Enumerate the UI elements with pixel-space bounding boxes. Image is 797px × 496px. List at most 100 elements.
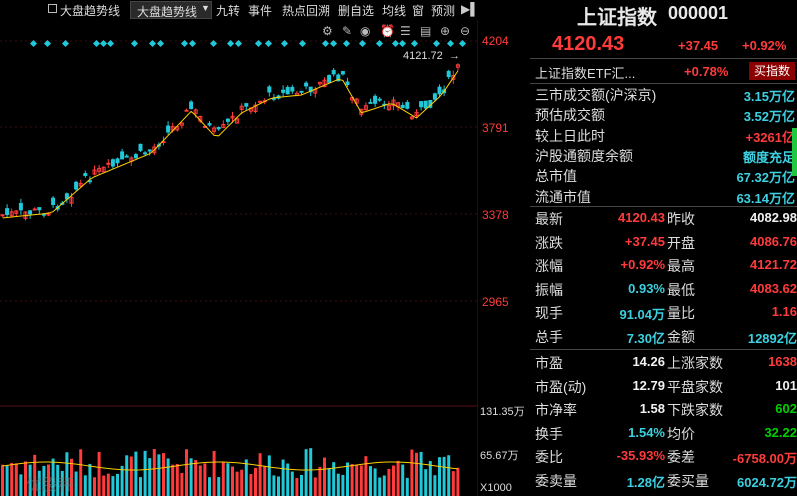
toolbar-hotspot-review[interactable]: 热点回溯 xyxy=(282,2,330,19)
toolbar-window[interactable]: 窗 xyxy=(412,2,424,19)
volume-bar xyxy=(341,474,345,496)
pen-icon[interactable]: ✎ xyxy=(342,24,352,38)
volume-bar xyxy=(125,455,129,496)
volume-bar xyxy=(263,466,267,496)
candle xyxy=(267,86,272,93)
quote-row-label-right: 金额 xyxy=(667,328,695,345)
toolbar-ma[interactable]: 均线 xyxy=(382,2,406,19)
volume-bar xyxy=(323,457,326,496)
stat-row-value-right: 32.22 xyxy=(764,424,797,440)
volume-bar xyxy=(451,471,455,496)
volume-bar xyxy=(346,462,349,496)
etf-row[interactable]: 上证指数ETF汇... +0.78% 买指数 xyxy=(530,61,797,83)
volume-bar xyxy=(171,464,175,496)
quote-row: 总手 7.30亿 金额 12892亿 xyxy=(530,326,797,348)
quote-row-value-left: +37.45 xyxy=(624,233,665,249)
volume-bar xyxy=(281,459,285,496)
buy-index-button[interactable]: 买指数 xyxy=(749,62,795,80)
market-row-value: 67.32万亿 xyxy=(736,170,795,186)
volume-bar xyxy=(244,459,248,496)
volume-bar xyxy=(277,476,280,496)
quote-row-label-left: 现手 xyxy=(535,305,563,321)
candle xyxy=(244,103,249,107)
quote-row: 涨跌 +37.45 开盘 4086.76 xyxy=(530,232,797,254)
quote-row-value-left: +0.92% xyxy=(620,257,665,272)
quote-row-value-left: 4120.43 xyxy=(618,210,665,225)
candle xyxy=(299,90,304,93)
trend-checkbox[interactable] xyxy=(48,4,57,13)
market-row: 较上日此时 +3261亿 xyxy=(530,125,797,147)
etf-name: 上证指数ETF汇... xyxy=(535,66,636,81)
stat-row-value-right: -6758.00万 xyxy=(732,451,797,466)
quote-row-value-right: 4083.62 xyxy=(750,280,797,296)
list-icon[interactable]: ☰ xyxy=(400,24,411,38)
toolbar-jiuzhuan[interactable]: 九转 xyxy=(216,2,240,19)
alarm-icon[interactable]: ⏰ xyxy=(380,23,395,38)
stat-row-label-right: 委买量 xyxy=(667,472,709,489)
volume-bar xyxy=(106,473,110,496)
volume-bar xyxy=(111,476,115,496)
eye-icon[interactable]: ◉ xyxy=(360,24,370,38)
kline-chart[interactable]: ⚙ ✎ ◉ ⏰ ☰ ▤ ⊕ ⊖ 4121.72 → 优股秤 xyxy=(0,20,478,496)
volume-bar xyxy=(212,450,216,496)
stat-row: 市盈 14.26 上涨家数 1638 xyxy=(530,352,797,374)
stat-row-label-left: 委比 xyxy=(535,449,563,465)
toolbar-events[interactable]: 事件 xyxy=(248,2,272,19)
volume-bar xyxy=(300,475,303,496)
index-code: 000001 xyxy=(668,3,729,23)
zoom-out-icon[interactable]: ⊖ xyxy=(460,24,470,38)
candle xyxy=(28,210,33,215)
volume-bar xyxy=(231,466,234,496)
toolbar-forecast[interactable]: 预测 xyxy=(431,2,455,19)
volume-bar xyxy=(364,456,368,496)
volume-bar xyxy=(249,474,253,496)
quote-row-label-right: 最低 xyxy=(667,281,695,298)
candle xyxy=(18,203,23,211)
current-high-label: 4121.72 xyxy=(403,50,443,62)
volume-bar xyxy=(267,455,271,496)
stat-row-label-left: 市盈(动) xyxy=(535,378,587,395)
volume-bar xyxy=(175,463,179,496)
market-row: 总市值 67.32万亿 xyxy=(530,165,797,187)
volume-bar xyxy=(116,473,119,496)
expand-icon[interactable]: ▶▌ xyxy=(461,2,479,16)
volume-bar xyxy=(102,475,106,496)
stat-row-value-right: 602 xyxy=(775,401,797,416)
stat-row: 市净率 1.58 下跌家数 602 xyxy=(530,399,797,421)
volume-bar xyxy=(88,463,92,496)
quote-row-value-right: 1.16 xyxy=(771,304,797,319)
zoom-in-icon[interactable]: ⊕ xyxy=(440,24,450,38)
settings-icon[interactable]: ⚙ xyxy=(322,24,333,38)
candle xyxy=(74,181,79,190)
arrow-right-icon: → xyxy=(449,50,460,62)
trend-select[interactable]: 大盘趋势线 ▼ xyxy=(130,1,212,19)
candle xyxy=(340,71,345,75)
volume-bar xyxy=(166,458,170,496)
candle xyxy=(0,214,5,217)
volume-bar xyxy=(327,468,331,496)
stack-icon[interactable]: ▤ xyxy=(420,24,431,38)
market-row-label: 总市值 xyxy=(535,168,577,185)
market-row: 三市成交额(沪深京) 3.15万亿 xyxy=(530,84,797,106)
quote-row-label-left: 振幅 xyxy=(535,281,563,298)
volume-bar xyxy=(10,463,14,496)
volume-bar xyxy=(396,460,400,496)
candle xyxy=(138,143,143,151)
candle xyxy=(83,173,88,176)
candle xyxy=(106,162,111,165)
candle xyxy=(147,149,152,152)
volume-bar xyxy=(97,451,101,496)
volume-bar xyxy=(410,449,414,496)
candle xyxy=(281,89,286,93)
quote-row-label-left: 涨跌 xyxy=(535,234,563,251)
candle xyxy=(225,118,230,122)
quote-row-value-left: 7.30亿 xyxy=(626,330,665,346)
stat-row-label-left: 市盈 xyxy=(535,355,563,371)
volume-bar xyxy=(157,454,161,496)
stat-row-value-right: 6024.72万 xyxy=(737,474,797,490)
volume-bar xyxy=(198,465,202,496)
volume-bar xyxy=(336,473,340,496)
toolbar-delete-watchlist[interactable]: 删自选 xyxy=(338,2,374,19)
candle xyxy=(120,151,125,160)
volume-bar xyxy=(373,468,377,496)
